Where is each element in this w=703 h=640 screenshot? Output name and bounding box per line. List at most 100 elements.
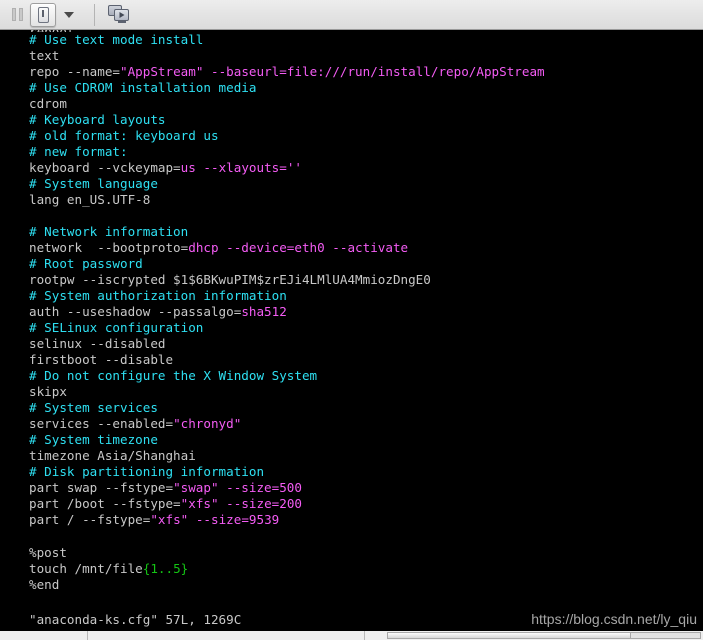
terminal-line: %post	[29, 545, 703, 561]
power-icon	[37, 6, 49, 23]
virt-viewer-window: reboot # Use text mode installtextrepo -…	[0, 0, 703, 640]
terminal-line: network --bootproto=dhcp --device=eth0 -…	[29, 240, 703, 256]
terminal-line: firstboot --disable	[29, 352, 703, 368]
terminal-token: %post	[29, 544, 67, 560]
terminal-token: dhcp --device=eth0 --activate	[188, 240, 409, 256]
terminal-token: firstboot --disable	[29, 352, 174, 368]
terminal-token: ''	[286, 160, 302, 176]
terminal-token: part / --fstype=	[29, 512, 151, 528]
terminal-line: # System services	[29, 400, 703, 416]
terminal-line: # System timezone	[29, 432, 703, 448]
horizontal-scrollbar[interactable]	[365, 631, 703, 640]
terminal-token: "xfs"	[150, 512, 189, 528]
terminal-token: # new format:	[29, 144, 128, 160]
terminal-token: # Do not configure the X Window System	[29, 368, 318, 384]
terminal-line: # Disk partitioning information	[29, 464, 703, 480]
vim-status-line: "anaconda-ks.cfg" 57L, 1269C https://blo…	[0, 608, 703, 630]
scrollbar-thumb[interactable]	[388, 633, 632, 638]
terminal-line: # old format: keyboard us	[29, 128, 703, 144]
terminal-line: part /boot --fstype="xfs" --size=200	[29, 496, 703, 512]
terminal-token: --size=9539	[188, 512, 280, 528]
terminal-line: cdrom	[29, 96, 703, 112]
terminal-token: skipx	[29, 384, 67, 400]
terminal-line: text	[29, 48, 703, 64]
terminal-line: keyboard --vckeymap=us --xlayouts=''	[29, 160, 703, 176]
terminal-line: # System language	[29, 176, 703, 192]
terminal-line: touch /mnt/file{1..5}	[29, 561, 703, 577]
watermark: https://blog.csdn.net/ly_qiu	[531, 611, 697, 627]
terminal-token: lang en_US.UTF-8	[29, 192, 151, 208]
terminal-token: %end	[29, 576, 60, 592]
terminal-token: "chronyd"	[173, 416, 242, 432]
terminal-token: # Network information	[29, 224, 189, 240]
terminal-token: "xfs"	[180, 496, 219, 512]
terminal-token: --xlayouts=	[195, 160, 287, 176]
power-button[interactable]	[30, 2, 56, 27]
terminal-line: # System authorization information	[29, 288, 703, 304]
terminal-line: skipx	[29, 384, 703, 400]
terminal-token: --baseurl=file:///run/install/repo/AppSt…	[211, 64, 545, 80]
terminal-line: selinux --disabled	[29, 336, 703, 352]
terminal-token: # Use CDROM installation media	[29, 80, 257, 96]
terminal-line: # Use CDROM installation media	[29, 80, 703, 96]
terminal-line: part / --fstype="xfs" --size=9539	[29, 512, 703, 528]
terminal-token: # old format: keyboard us	[29, 128, 219, 144]
terminal-token: "AppStream"	[120, 64, 204, 80]
terminal-token: network --bootproto=	[29, 240, 189, 256]
terminal-token: # System language	[29, 176, 158, 192]
terminal-token: us	[180, 160, 196, 176]
terminal-line: repo --name="AppStream" --baseurl=file:/…	[29, 64, 703, 80]
terminal-token: # System timezone	[29, 432, 158, 448]
terminal-token: --size=200	[218, 496, 302, 512]
terminal-line: lang en_US.UTF-8	[29, 192, 703, 208]
toolbar-separator	[94, 3, 95, 26]
terminal-token: selinux --disabled	[29, 336, 166, 352]
bottom-bar-segment-mid	[88, 631, 365, 640]
terminal-line: # Do not configure the X Window System	[29, 368, 703, 384]
terminal-token: sha512	[241, 304, 287, 320]
terminal-line: # Network information	[29, 224, 703, 240]
terminal-line: # Keyboard layouts	[29, 112, 703, 128]
terminal-token: {1..5}	[142, 560, 189, 576]
terminal-token: rootpw --iscrypted $1$6BKwuPIM$zrEJi4LMl…	[29, 272, 431, 288]
chevron-down-icon	[64, 11, 74, 18]
terminal-token: # Use text mode install	[29, 32, 204, 47]
pause-button[interactable]	[6, 3, 28, 27]
terminal-token: text	[29, 48, 60, 64]
terminal-token: "swap"	[173, 480, 219, 496]
terminal-line: rootpw --iscrypted $1$6BKwuPIM$zrEJi4LMl…	[29, 272, 703, 288]
display-icon	[106, 4, 132, 26]
terminal-token: # System services	[29, 400, 158, 416]
terminal-token: auth --useshadow --passalgo=	[29, 304, 242, 320]
terminal-token: --size=500	[218, 480, 302, 496]
terminal-token: part /boot --fstype=	[29, 496, 181, 512]
status-file-info: "anaconda-ks.cfg" 57L, 1269C	[29, 611, 242, 627]
terminal-line: # SELinux configuration	[29, 320, 703, 336]
terminal-token: repo --name=	[29, 64, 120, 80]
terminal-token: # System authorization information	[29, 288, 287, 304]
toolbar	[0, 0, 703, 30]
scrollbar-track[interactable]	[387, 632, 701, 639]
bottom-bar-segment-left	[0, 631, 88, 640]
terminal-line: # Use text mode install	[29, 32, 703, 48]
terminal-screen[interactable]: reboot # Use text mode installtextrepo -…	[0, 30, 703, 630]
terminal-token: timezone Asia/Shanghai	[29, 448, 196, 464]
display-button[interactable]	[105, 3, 133, 27]
terminal-line: timezone Asia/Shanghai	[29, 448, 703, 464]
terminal-token: services --enabled=	[29, 416, 174, 432]
terminal-token: cdrom	[29, 96, 67, 112]
terminal-line: # new format:	[29, 144, 703, 160]
terminal-token: # Keyboard layouts	[29, 112, 166, 128]
terminal-line: part swap --fstype="swap" --size=500	[29, 480, 703, 496]
terminal-token: # Disk partitioning information	[29, 464, 265, 480]
terminal-lines: # Use text mode install text repo --name="…	[29, 32, 703, 593]
terminal-text-area: reboot # Use text mode installtextrepo -…	[0, 30, 703, 593]
terminal-line: # Root password	[29, 256, 703, 272]
terminal-line: services --enabled="chronyd"	[29, 416, 703, 432]
toolbar-dropdown-button[interactable]	[58, 3, 80, 27]
bottom-bar	[0, 630, 703, 640]
terminal-token: part swap --fstype=	[29, 480, 174, 496]
